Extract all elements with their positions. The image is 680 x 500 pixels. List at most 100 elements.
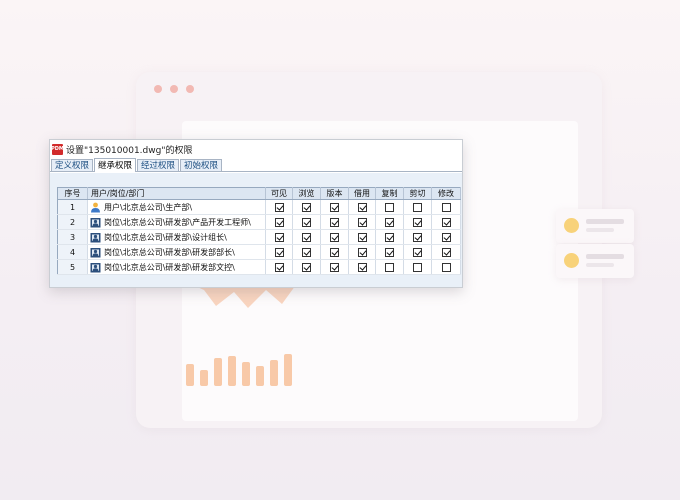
permission-checkbox-5[interactable] [385, 247, 394, 257]
permission-cell [292, 244, 321, 260]
permission-cell [292, 199, 321, 215]
permission-cell [320, 214, 349, 230]
column-header[interactable]: 可见 [265, 187, 293, 200]
column-header[interactable]: 借用 [348, 187, 376, 200]
column-header[interactable]: 复制 [375, 187, 404, 200]
permission-cell [320, 259, 349, 275]
permission-cell [403, 244, 432, 260]
permission-cell [375, 214, 404, 230]
permission-cell [320, 229, 349, 245]
background-card [556, 209, 634, 243]
permission-cell [292, 229, 321, 245]
tab-0[interactable]: 定义权限 [51, 159, 94, 171]
table-row[interactable]: 3 岗位\北京总公司\研发部\设计组长\ [57, 229, 461, 245]
permission-checkbox-7[interactable] [441, 202, 451, 212]
table-header-row: 序号 用户/岗位/部门 可见 浏览 版本 借用 复制 剪切 修改 [57, 187, 461, 200]
permission-cell [431, 214, 461, 230]
row-index: 2 [57, 214, 88, 230]
permission-checkbox-1[interactable] [274, 217, 284, 227]
row-path: 岗位\北京总公司\研发部\产品开发工程师\ [104, 217, 251, 227]
column-header[interactable]: 序号 [57, 187, 88, 200]
permission-checkbox-3[interactable] [330, 247, 339, 257]
user-icon [90, 202, 101, 213]
permission-cell [403, 229, 432, 245]
row-path: 用户\北京总公司\生产部\ [104, 202, 193, 212]
row-index: 1 [57, 199, 88, 215]
title-bar: PDM 设置"135010001.dwg"的权限 [50, 140, 462, 158]
permission-cell [348, 214, 376, 230]
row-index: 3 [57, 229, 88, 245]
permission-checkbox-6[interactable] [413, 262, 422, 272]
window-dot [154, 85, 162, 93]
row-path-cell: 岗位\北京总公司\研发部\设计组长\ [87, 229, 266, 245]
table-row[interactable]: 4 岗位\北京总公司\研发部\研发部部长\ [57, 244, 461, 260]
permission-checkbox-2[interactable] [302, 232, 311, 242]
permission-cell [320, 244, 349, 260]
permission-cell [431, 244, 461, 260]
permission-checkbox-7[interactable] [441, 262, 451, 272]
row-index: 5 [57, 259, 88, 275]
permission-cell [265, 199, 293, 215]
permission-checkbox-4[interactable] [357, 202, 367, 212]
permission-cell [348, 229, 376, 245]
permission-checkbox-3[interactable] [330, 262, 339, 272]
permission-cell [375, 259, 404, 275]
permission-checkbox-5[interactable] [385, 202, 394, 212]
table-row[interactable]: 2 岗位\北京总公司\研发部\产品开发工程师\ [57, 214, 461, 230]
permission-cell [403, 214, 432, 230]
permission-checkbox-4[interactable] [357, 247, 367, 257]
permission-cell [431, 199, 461, 215]
permission-cell [265, 259, 293, 275]
permission-cell [403, 259, 432, 275]
permission-checkbox-3[interactable] [330, 232, 339, 242]
permission-checkbox-2[interactable] [302, 202, 311, 212]
permission-checkbox-3[interactable] [330, 217, 339, 227]
table-row[interactable]: 1 用户\北京总公司\生产部\ [57, 199, 461, 215]
tab-2[interactable]: 经过权限 [137, 159, 180, 171]
permission-checkbox-6[interactable] [413, 217, 422, 227]
row-path-cell: 岗位\北京总公司\研发部\研发部文控\ [87, 259, 266, 275]
column-header[interactable]: 修改 [431, 187, 461, 200]
column-header[interactable]: 剪切 [403, 187, 432, 200]
permission-cell [265, 229, 293, 245]
row-path-cell: 用户\北京总公司\生产部\ [87, 199, 266, 215]
column-header[interactable]: 用户/岗位/部门 [87, 187, 266, 200]
permission-checkbox-3[interactable] [330, 202, 339, 212]
permission-checkbox-2[interactable] [302, 262, 311, 272]
permission-checkbox-1[interactable] [274, 247, 284, 257]
tab-1[interactable]: 继承权限 [94, 158, 137, 172]
permission-checkbox-5[interactable] [385, 232, 394, 242]
permission-checkbox-7[interactable] [441, 217, 451, 227]
permission-checkbox-6[interactable] [413, 247, 422, 257]
background-card [556, 244, 634, 278]
permission-checkbox-6[interactable] [413, 202, 422, 212]
tab-3[interactable]: 初始权限 [180, 159, 223, 171]
permission-cell [375, 244, 404, 260]
window-dot [170, 85, 178, 93]
position-icon [90, 217, 101, 228]
permission-checkbox-2[interactable] [302, 217, 311, 227]
row-path: 岗位\北京总公司\研发部\研发部部长\ [104, 247, 235, 257]
row-path: 岗位\北京总公司\研发部\设计组长\ [104, 232, 227, 242]
background-bar-chart-icon [186, 354, 292, 386]
tab-bar: 定义权限 继承权限 经过权限 初始权限 [50, 158, 462, 172]
row-path: 岗位\北京总公司\研发部\研发部文控\ [104, 262, 235, 272]
permission-checkbox-4[interactable] [357, 262, 367, 272]
permission-checkbox-7[interactable] [441, 232, 451, 242]
permission-checkbox-1[interactable] [274, 232, 284, 242]
permission-checkbox-1[interactable] [274, 202, 284, 212]
permission-checkbox-6[interactable] [413, 232, 422, 242]
tab-content: 序号 用户/岗位/部门 可见 浏览 版本 借用 复制 剪切 修改 1 用户\北京总公司\生产部\ 2… [50, 173, 462, 287]
row-index: 4 [57, 244, 88, 260]
column-header[interactable]: 版本 [320, 187, 349, 200]
column-header[interactable]: 浏览 [292, 187, 321, 200]
permission-checkbox-4[interactable] [357, 217, 367, 227]
table-row[interactable]: 5 岗位\北京总公司\研发部\研发部文控\ [57, 259, 461, 275]
permission-checkbox-2[interactable] [302, 247, 311, 257]
permission-checkbox-4[interactable] [357, 232, 367, 242]
permission-checkbox-1[interactable] [274, 262, 284, 272]
permission-checkbox-5[interactable] [385, 262, 394, 272]
permission-checkbox-7[interactable] [441, 247, 451, 257]
permission-checkbox-5[interactable] [385, 217, 394, 227]
position-icon [90, 247, 101, 258]
